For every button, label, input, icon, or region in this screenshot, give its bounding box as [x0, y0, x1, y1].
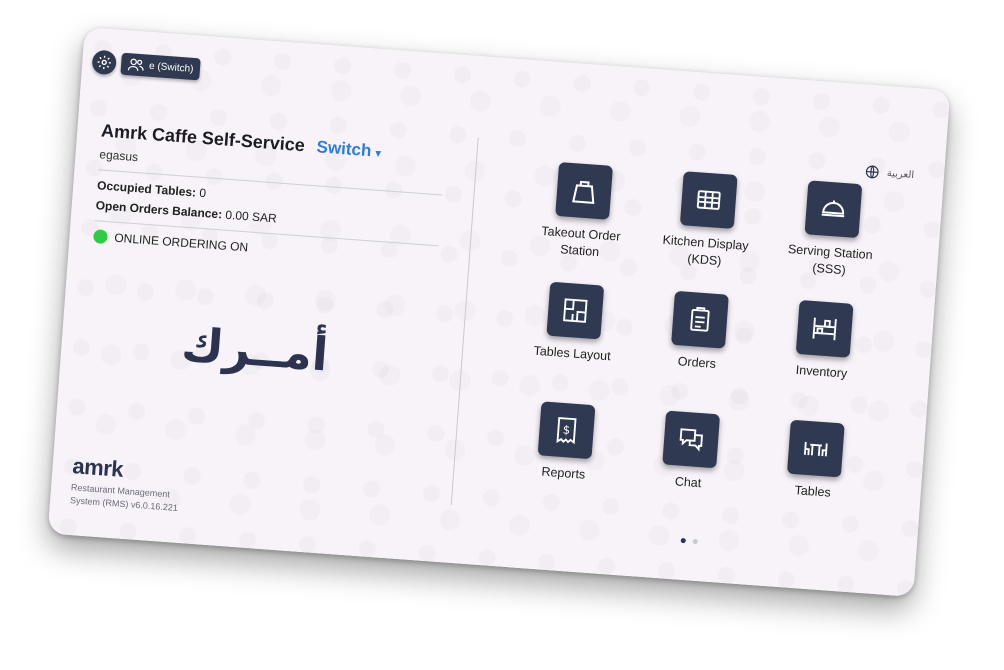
panel-divider [450, 137, 479, 506]
tile-label: Takeout Order Station [540, 223, 621, 260]
arabic-logo: أمــرك [179, 316, 330, 382]
online-ordering-label: ONLINE ORDERING ON [113, 230, 249, 255]
tile-reports[interactable]: $ Reports [503, 399, 628, 487]
settings-button[interactable] [91, 49, 118, 76]
switch-store-dropdown[interactable]: Switch▼ [316, 137, 384, 162]
store-info-panel: Amrk Caffe Self-Service Switch▼ egasus O… [92, 120, 446, 268]
page-indicator[interactable] [680, 537, 698, 545]
switch-store-label: Switch [316, 137, 373, 161]
tile-label: Inventory [795, 362, 848, 381]
app-screen: e (Switch) Amrk Caffe Self-Service Switc… [47, 26, 951, 598]
tile-label: Chat [674, 474, 702, 491]
modules-grid: Takeout Order Station Kitchen Display (K… [500, 160, 905, 547]
caret-down-icon: ▼ [372, 148, 384, 161]
tile-takeout-order-station[interactable]: Takeout Order Station [519, 160, 646, 265]
online-status-dot [92, 229, 108, 245]
table-chairs-icon [803, 441, 828, 457]
tile-label: Kitchen Display (KDS) [662, 232, 750, 269]
switch-user-label: e (Switch) [148, 60, 194, 75]
tile-tables-layout[interactable]: Tables Layout [512, 279, 637, 367]
tile-orders[interactable]: Orders [636, 288, 761, 376]
clipboard-list-icon [690, 306, 710, 332]
tile-serving-station[interactable]: Serving Station (SSS) [769, 178, 896, 283]
top-bar: e (Switch) [91, 49, 202, 82]
tile-kitchen-display[interactable]: Kitchen Display (KDS) [644, 169, 771, 274]
receipt-dollar-icon: $ [556, 417, 577, 445]
online-ordering-status[interactable]: ONLINE ORDERING ON [92, 229, 438, 268]
floor-plan-icon [563, 298, 588, 323]
occupied-tables-value: 0 [198, 185, 207, 201]
tile-label: Tables [794, 483, 832, 500]
tile-tables[interactable]: Tables [752, 417, 877, 505]
switch-user-button[interactable]: e (Switch) [120, 52, 202, 81]
language-label: العربية [886, 167, 915, 181]
tile-label: Serving Station (SSS) [787, 242, 874, 278]
users-icon [127, 58, 144, 71]
tile-label: Reports [541, 464, 586, 482]
open-orders-balance-value: 0.00 SAR [224, 207, 278, 226]
language-switch[interactable]: العربية [864, 164, 915, 182]
tile-chat[interactable]: Chat [628, 408, 753, 496]
gear-icon [97, 55, 111, 70]
grid-display-icon [696, 190, 721, 210]
tile-label: Orders [677, 354, 717, 372]
page-dot-active[interactable] [680, 537, 686, 544]
page-dot[interactable] [692, 538, 698, 545]
svg-text:$: $ [562, 423, 570, 438]
tile-inventory[interactable]: Inventory [761, 298, 886, 386]
tile-label: Tables Layout [533, 343, 612, 364]
shelves-icon [812, 317, 837, 341]
takeout-bag-icon [572, 180, 595, 204]
occupied-tables-label: Occupied Tables: [96, 178, 197, 200]
brand-block: amrk Restaurant Management System (RMS) … [70, 453, 204, 516]
chat-bubbles-icon [679, 428, 703, 452]
open-orders-balance-label: Open Orders Balance: [95, 198, 223, 222]
globe-icon [865, 165, 879, 179]
serving-cloche-icon [821, 200, 845, 218]
